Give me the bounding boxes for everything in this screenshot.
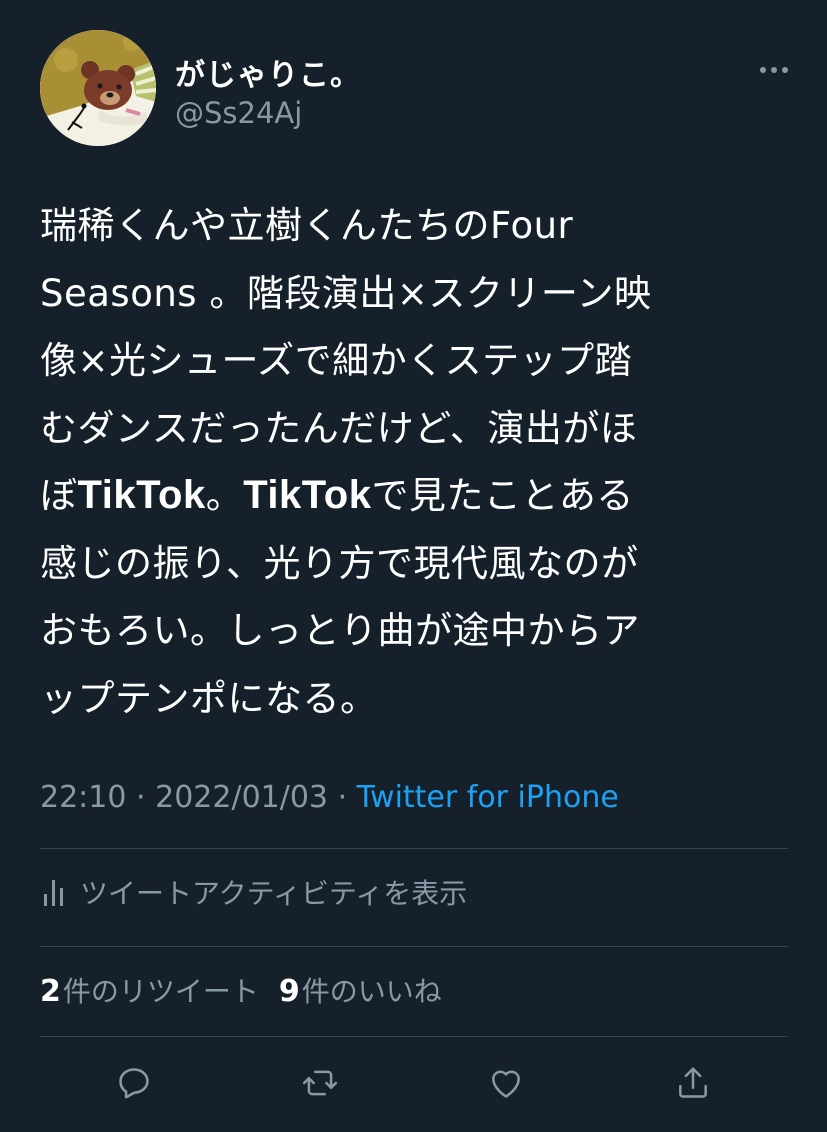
divider [40,1036,788,1037]
reply-icon [119,1068,149,1099]
tweet-activity-label: ツイートアクティビティを表示 [80,877,468,910]
retweet-button[interactable] [295,1058,345,1108]
tweet-stats: 2件のリツイート 9件のいいね [40,970,442,1010]
tweet-bold-segment: TikTok [77,473,206,517]
username[interactable]: @Ss24Aj [175,96,302,130]
likes-label: 件のいいね [301,975,442,1008]
like-icon [492,1070,520,1098]
tweet-body: 瑞稀くんや立樹くんたちのFour Seasons 。階段演出×スクリーン映 像×… [40,192,780,732]
tweet-text-segment: 。 [205,474,244,517]
tweet-text-segment: ぼ [40,474,78,517]
retweets-label: 件のリツイート [62,975,259,1008]
reply-button[interactable] [109,1058,159,1108]
tweet-line: Seasons 。階段演出×スクリーン映 [40,271,652,315]
display-name[interactable]: がじゃりこ。 [175,50,361,94]
retweet-icon [302,1070,338,1096]
more-options-icon[interactable] [758,64,790,76]
tweet-line: 感じの振り、光り方で現代風なのが [40,541,639,585]
tweet-meta: 22:10 · 2022/01/03 · Twitter for iPhone [40,780,619,815]
divider [40,848,788,849]
tweet-line: ップテンポになる。 [40,676,378,720]
tweet-line: 瑞稀くんや立樹くんたちのFour [40,204,574,247]
tweet-time: 22:10 [40,780,127,815]
bear-avatar-icon [40,30,156,146]
tweet-line: むダンスだったんだけど、演出がほ [40,406,638,450]
tweet-date: 2022/01/03 [155,780,329,815]
tweet-bold-segment: TikTok [243,473,372,517]
share-icon [679,1067,707,1098]
tweet-actions [40,1058,788,1108]
retweets-stat[interactable]: 2件のリツイート [40,974,259,1009]
tweet-line: おもろい。しっとり曲が途中からア [40,609,640,652]
meta-separator: · [136,780,146,815]
tweet-activity-link[interactable]: ツイートアクティビティを表示 [40,872,467,912]
avatar[interactable] [40,30,156,146]
meta-separator: · [337,780,348,815]
likes-count: 9 [278,974,300,1009]
like-button[interactable] [481,1058,531,1108]
retweets-count: 2 [40,974,61,1009]
share-button[interactable] [668,1058,718,1108]
tweet-header: がじゃりこ。 @Ss24Aj [40,30,790,150]
tweet-text-segment: で見たことある [371,474,634,517]
divider [40,946,788,947]
likes-stat[interactable]: 9件のいいね [278,974,442,1009]
tweet-source-link[interactable]: Twitter for iPhone [357,780,619,815]
tweet-line: ぼTikTok。TikTokで見たことある [40,462,780,530]
tweet-line: 像×光シューズで細かくステップ踏 [40,339,633,382]
bar-chart-icon [44,880,63,906]
